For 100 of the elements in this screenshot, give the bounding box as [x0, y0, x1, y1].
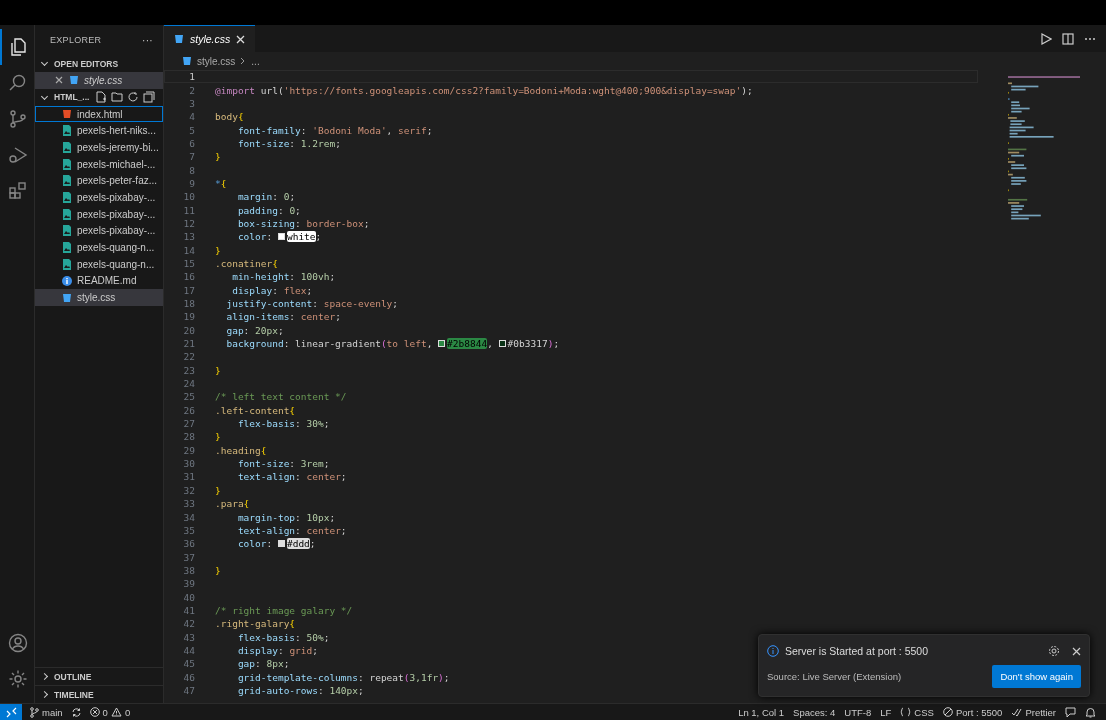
file-item[interactable]: pexels-pixabay-... [35, 222, 163, 240]
code-text: body{ [215, 111, 244, 123]
editor-tab[interactable]: style.css [164, 25, 256, 52]
line-number: 8 [188, 164, 195, 176]
cursor-position[interactable]: Ln 1, Col 1 [738, 706, 785, 718]
error-count: 0 [102, 706, 108, 718]
line-number: 26 [182, 404, 195, 416]
line-number: 24 [182, 378, 195, 390]
image-file-icon [61, 258, 72, 270]
file-item[interactable]: style.css [35, 289, 163, 306]
line-number: 44 [182, 644, 195, 656]
live-server-port[interactable]: Port : 5500 [942, 706, 1003, 718]
dont-show-again-button[interactable]: Don't show again [992, 665, 1081, 688]
image-file-icon [61, 242, 72, 254]
remote-button[interactable] [0, 704, 22, 720]
line-number: 11 [182, 204, 195, 216]
open-editor-item[interactable]: style.css [35, 72, 163, 89]
folder-name[interactable]: HTML_... [54, 92, 90, 103]
color-swatch-icon[interactable] [498, 340, 506, 348]
problems-indicator[interactable]: 0 0 [89, 706, 131, 718]
branch-indicator[interactable]: main [30, 706, 63, 718]
notification-source: Source: Live Server (Extension) [767, 671, 902, 682]
file-item[interactable]: pexels-pixabay-... [35, 205, 163, 223]
close-icon[interactable] [55, 76, 63, 85]
file-item[interactable]: pexels-michael-... [35, 155, 163, 173]
breadcrumb-item[interactable]: ... [251, 55, 260, 67]
line-number: 17 [182, 284, 195, 296]
line-number: 18 [182, 298, 195, 309]
image-file-icon [61, 208, 72, 220]
branch-icon [30, 706, 39, 718]
account-icon[interactable] [8, 633, 28, 653]
settings-icon[interactable] [8, 669, 28, 689]
code-text: display: flex; [231, 284, 313, 296]
section-header[interactable]: OPEN EDITORS [35, 55, 163, 72]
line-number: 9 [188, 177, 195, 189]
refresh-icon[interactable] [127, 91, 140, 104]
file-item[interactable]: pexels-jeremy-bi... [35, 139, 163, 156]
section-header[interactable]: OUTLINE [35, 667, 163, 685]
file-item[interactable]: README.md [35, 272, 163, 290]
line-number: 29 [182, 444, 195, 456]
file-item[interactable]: pexels-quang-n... [35, 255, 163, 273]
line-number: 13 [182, 231, 195, 243]
feedback-icon[interactable] [1065, 706, 1076, 718]
indentation-setting[interactable]: Spaces: 4 [793, 706, 836, 718]
run-debug-icon[interactable] [8, 145, 28, 165]
bell-icon[interactable] [1085, 706, 1096, 718]
code-text: } [215, 151, 221, 163]
image-file-icon [61, 225, 72, 237]
color-swatch-icon[interactable] [277, 233, 285, 241]
run-icon[interactable] [1040, 32, 1052, 45]
image-file-icon [61, 125, 72, 137]
file-item[interactable]: pexels-pixabay-... [35, 189, 163, 206]
line-number: 22 [182, 351, 195, 363]
line-number: 10 [182, 191, 195, 203]
line-number: 28 [182, 431, 195, 443]
split-editor-icon[interactable] [1062, 32, 1074, 45]
line-number: 14 [182, 244, 195, 256]
language-mode[interactable]: CSS [900, 706, 934, 718]
warning-count: 0 [124, 706, 131, 718]
image-file-icon [61, 158, 72, 170]
code-text: , [487, 338, 494, 350]
code-text: min-height: 100vh; [231, 271, 336, 283]
prettier-status[interactable]: Prettier [1011, 706, 1056, 718]
code-text: } [215, 364, 221, 376]
close-icon[interactable] [1072, 646, 1081, 656]
more-icon[interactable] [1084, 36, 1096, 41]
file-item[interactable]: index.html [35, 105, 163, 123]
file-item[interactable]: pexels-quang-n... [35, 239, 163, 256]
code-text: font-size: 3rem; [236, 458, 330, 470]
file-item[interactable]: pexels-peter-faz... [35, 172, 163, 190]
line-number: 21 [182, 338, 195, 350]
line-number: 42 [182, 618, 195, 630]
notification-message: Server is Started at port : 5500 [785, 645, 929, 657]
code-text: flex-basis: 50%; [236, 631, 330, 643]
new-file-icon[interactable] [95, 91, 108, 104]
extensions-icon[interactable] [8, 181, 28, 201]
breadcrumb-item[interactable]: style.css [197, 55, 236, 67]
search-icon[interactable] [8, 73, 28, 93]
color-value: #0b3317 [507, 338, 548, 350]
files-icon[interactable] [8, 37, 28, 57]
color-swatch-icon[interactable] [277, 540, 285, 548]
code-text: margin-top: 10px; [236, 511, 336, 523]
code-text: } [215, 484, 221, 496]
file-item[interactable]: pexels-hert-niks... [35, 122, 163, 140]
code-text: .conatiner{ [215, 258, 278, 269]
more-actions-button[interactable]: ··· [142, 34, 153, 46]
line-ending-setting[interactable]: LF [880, 706, 892, 718]
braces-icon [900, 707, 912, 717]
code-text: margin: 0; [236, 191, 296, 203]
source-control-icon[interactable] [8, 109, 28, 129]
sync-icon[interactable] [70, 706, 82, 718]
line-number: 12 [182, 217, 195, 229]
code-text: grid-template-columns: repeat(3,1fr); [236, 671, 450, 683]
collapse-all-icon[interactable] [143, 91, 156, 104]
line-number: 35 [182, 524, 195, 536]
color-value: #2b8844 [447, 338, 488, 350]
encoding-setting[interactable]: UTF-8 [844, 706, 872, 718]
settings-icon[interactable] [1048, 645, 1060, 657]
new-folder-icon[interactable] [111, 91, 124, 104]
color-swatch-icon[interactable] [438, 340, 446, 348]
